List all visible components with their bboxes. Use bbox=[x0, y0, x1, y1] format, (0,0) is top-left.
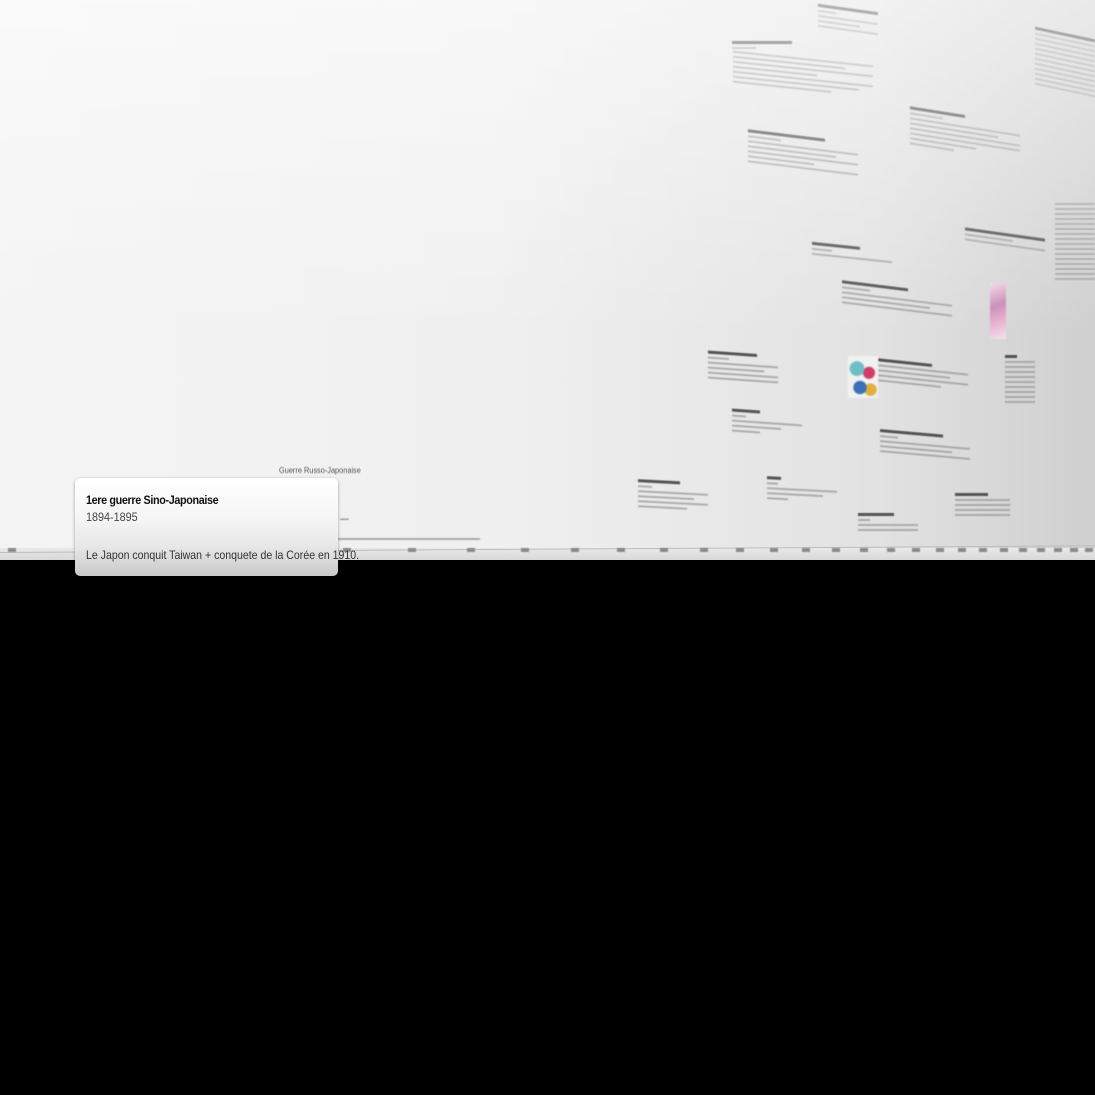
background-event-label[interactable]: Guerre Russo-Japonaise bbox=[279, 466, 361, 475]
distant-event-block[interactable] bbox=[858, 510, 918, 534]
distant-event-block[interactable] bbox=[910, 103, 1020, 164]
event-thumbnail-image[interactable] bbox=[990, 283, 1006, 339]
background-event-text: ▪▪▪▪ bbox=[340, 517, 349, 523]
distant-event-block[interactable] bbox=[812, 239, 892, 266]
distant-event-block[interactable] bbox=[1035, 24, 1095, 101]
distant-event-block[interactable] bbox=[818, 1, 878, 38]
distant-event-block[interactable] bbox=[1055, 200, 1095, 283]
distant-event-block[interactable] bbox=[878, 355, 968, 393]
distant-event-block[interactable] bbox=[955, 490, 1010, 519]
event-card[interactable]: 1ere guerre Sino-Japonaise 1894-1895 Le … bbox=[75, 478, 360, 576]
distant-event-block[interactable] bbox=[733, 48, 873, 101]
distant-event-block[interactable] bbox=[1005, 352, 1035, 406]
timeline-wall: Guerre Russo-Japonaise ▪▪▪▪ bbox=[0, 0, 1095, 560]
empty-viewport-area bbox=[0, 560, 1095, 1095]
distant-event-block[interactable] bbox=[748, 126, 858, 179]
distant-event-block[interactable] bbox=[732, 406, 802, 440]
event-title: 1ere guerre Sino-Japonaise bbox=[86, 493, 219, 507]
distant-event-block[interactable] bbox=[767, 473, 837, 506]
event-dates: 1894-1895 bbox=[86, 510, 138, 524]
distant-event-block[interactable] bbox=[965, 224, 1045, 254]
distant-event-block[interactable] bbox=[880, 426, 970, 463]
distant-event-block[interactable] bbox=[638, 476, 708, 514]
event-thumbnail-image[interactable] bbox=[848, 356, 878, 398]
event-description: Le Japon conquit Taiwan + conquete de la… bbox=[86, 548, 360, 562]
distant-event-block[interactable] bbox=[708, 348, 778, 387]
distant-event-block[interactable] bbox=[842, 277, 952, 320]
